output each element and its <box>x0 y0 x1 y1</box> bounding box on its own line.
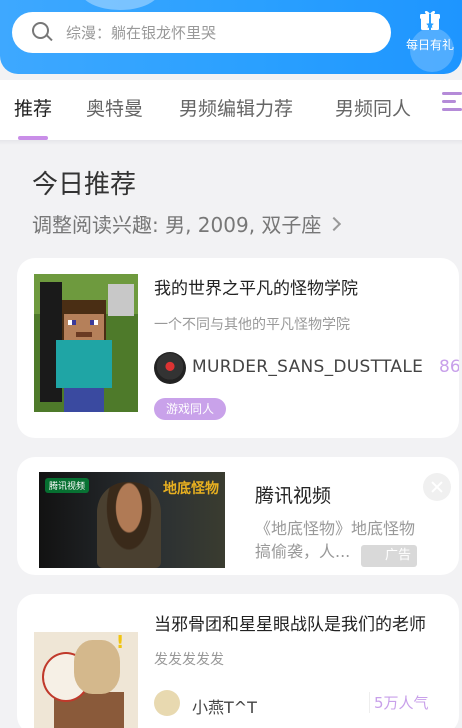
genre-tag[interactable]: 游戏同人 <box>154 398 227 420</box>
tab-editor-picks[interactable]: 男频编辑力荐 <box>179 94 293 121</box>
book-description: 一个不同与其他的平凡怪物学院 <box>154 317 350 333</box>
category-tabs: 推荐 奥特曼 男频编辑力荐 男频同人 <box>0 80 462 140</box>
ad-brand-logo: 腾讯视频 <box>45 478 90 493</box>
more-tabs-icon[interactable] <box>442 92 462 116</box>
gift-icon <box>420 10 440 30</box>
top-header: 综漫：躺在银龙怀里哭 每日有礼 <box>0 0 462 74</box>
author-name: MURDER_SANS_DUSTTALE <box>192 357 424 377</box>
book-title: 当邪骨团和星星眼战队是我们的老师 <box>154 615 426 635</box>
read-count: 865 <box>439 357 459 377</box>
divider <box>0 140 462 145</box>
ad-title: 腾讯视频 <box>255 485 332 507</box>
avatar <box>154 352 186 384</box>
tab-ultraman[interactable]: 奥特曼 <box>86 94 143 121</box>
daily-gift-button[interactable]: 每日有礼 <box>402 8 458 53</box>
search-input[interactable]: 综漫：躺在银龙怀里哭 <box>66 22 216 43</box>
book-cover-image <box>34 274 138 412</box>
chevron-right-icon <box>327 216 342 231</box>
author-name: 小燕T^T <box>192 698 257 717</box>
book-title: 我的世界之平凡的怪物学院 <box>154 279 358 299</box>
ad-image: 腾讯视频 地底怪物 <box>39 472 225 568</box>
ad-image-text: 地底怪物 <box>163 481 219 497</box>
header-decoration <box>80 0 160 10</box>
reading-prefs-link[interactable]: 调整阅读兴趣: 男, 2009, 双子座 <box>32 209 342 238</box>
book-card[interactable]: ! 当邪骨团和星星眼战队是我们的老师 发发发发发 小燕T^T 5万人气 <box>17 594 459 728</box>
search-bar[interactable]: 综漫：躺在银龙怀里哭 <box>12 12 391 53</box>
avatar <box>154 690 180 716</box>
book-cover-image: ! <box>34 632 138 728</box>
book-card[interactable]: 我的世界之平凡的怪物学院 一个不同与其他的平凡怪物学院 MURDER_SANS_… <box>17 258 459 438</box>
search-icon <box>32 21 54 44</box>
popularity-badge: 5万人气 <box>369 692 429 713</box>
tab-recommend[interactable]: 推荐 <box>14 94 52 121</box>
tab-fanfiction[interactable]: 男频同人 <box>335 94 411 121</box>
reading-prefs-text: 调整阅读兴趣: 男, 2009, 双子座 <box>32 213 322 237</box>
ad-badge: 广告 <box>361 545 418 567</box>
ad-card[interactable]: 腾讯视频 地底怪物 腾讯视频 《地底怪物》地底怪物搞偷袭，人... 广告 <box>17 457 459 575</box>
book-description: 发发发发发 <box>154 652 224 668</box>
gift-label: 每日有礼 <box>405 38 454 52</box>
section-title: 今日推荐 <box>32 170 137 200</box>
close-icon[interactable] <box>423 473 451 501</box>
